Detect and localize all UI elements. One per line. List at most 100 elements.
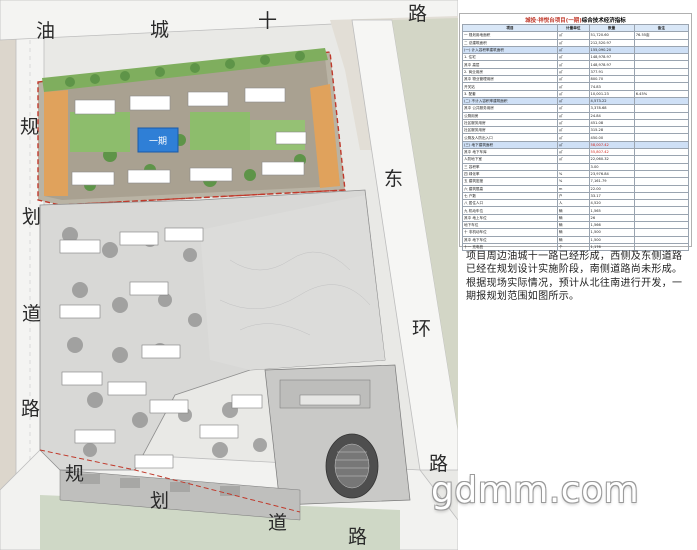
table-row: 1. 住宅㎡ 148,978.97 [462,53,690,62]
cell-value: 74.83 [588,82,635,91]
cell-note: 76.55亩 [633,31,690,40]
header-note: 备注 [633,23,690,33]
header-unit: 计量单位 [556,23,590,33]
cell-name: 七 户数 [462,191,558,201]
lawn [70,112,130,152]
cell-name: 六 建筑限高 [462,184,558,193]
cell-name: (二) 不计入容积率建筑面积 [462,96,558,106]
cell-unit: 辆 [556,235,590,244]
cell-name: 二 总建筑面积 [462,38,558,47]
cell-value: 55,807.42 [588,148,635,157]
west-road-label-4: 路 [21,398,41,420]
cell-value: 148,978.97 [588,60,635,69]
cell-name: 其中 物业管理用房 [462,75,558,84]
cell-name: 十 非机动车位 [462,228,558,237]
south-road-label-3: 道 [268,512,288,534]
cell-note [633,184,690,193]
cell-note [633,213,690,223]
table-row: 社区服务用房㎡ 451.08 [462,118,690,128]
cell-name: 其中 高层 [462,60,558,69]
header-item: 项目 [462,23,558,33]
cell-name: 其中 地上车位 [462,213,558,223]
table-row: 一 规划用地面积㎡ 51,720.60 76.55亩 [462,31,690,40]
cell-note [633,177,690,186]
cell-unit: m [556,184,590,193]
cell-value: 212,520.97 [588,38,635,47]
cell-note [633,45,690,55]
project-description: 项目周边油城十一路已经形成，西侧及东侧道路已经在规划设计实施阶段，南侧道路尚未形… [466,251,683,303]
table-row: 二 总建筑面积㎡ 212,520.97 [462,38,690,47]
west-land [0,0,16,550]
cell-unit: ㎡ [556,75,590,84]
cell-value: 1,566 [588,220,635,230]
cell-value: 451.08 [588,118,635,128]
cell-value: 800.70 [588,75,635,84]
west-buffer [44,90,68,196]
table-title: 城投·祥悦台项目(一期)综合技术经济指标 [460,16,691,24]
table-row: 开关站㎡ 74.83 [462,82,690,91]
cell-note [633,162,690,171]
cell-value: 10,001.23 [588,89,635,98]
cell-unit: 辆 [556,220,590,230]
cell-unit: ㎡ [556,60,590,69]
north-road-label-1: 油 [36,20,56,42]
cell-note [633,104,690,113]
west-road-label-1: 规 [20,116,40,138]
table-row: (二) 不计入容积率建筑面积㎡ 4,573.22 [462,96,690,106]
cell-name: 3. 配套 [462,89,558,98]
table-row: 七 户数户 33.17 [462,191,690,201]
east-road-label-1: 东 [384,168,404,190]
cell-note [633,228,690,237]
cell-unit: ㎡ [556,126,590,135]
cell-note [633,118,690,128]
table-row: (三) 地下建筑面积㎡ 58,007.42 [462,140,690,150]
site-watermark: gdmm.com [431,470,640,511]
cell-name: 九 机动车位 [462,206,558,215]
table-row: 其中 公共服务用房㎡ 3,378.68 [462,104,690,113]
cell-unit: ㎡ [556,104,590,113]
cell-name: (三) 地下建筑面积 [462,140,558,150]
cell-unit: ㎡ [556,111,590,120]
table-row: 3. 配套㎡ 10,001.23 6.45% [462,89,690,98]
cell-unit: ㎡ [556,96,590,106]
cell-note [633,82,690,91]
cell-name: 三 容积率 [462,162,558,171]
cell-note [633,140,690,150]
phase-one-label: 一期 [149,136,167,147]
cell-note [633,60,690,69]
table-row: (一) 计入容积率建筑面积㎡ 155,090.20 [462,45,690,55]
cell-value: 58,007.42 [588,140,635,150]
south-road-label-2: 划 [150,490,170,512]
header-value: 数量 [588,23,635,33]
cell-value: 1,500 [588,235,635,244]
cell-name: 地下车位 [462,220,558,230]
cell-name: 其中 地下车库 [462,148,558,157]
cell-value: 315.28 [588,126,635,135]
cell-note [633,191,690,201]
cell-value: 148,978.97 [588,53,635,62]
cell-note [633,220,690,230]
cell-note [633,53,690,62]
cell-value: 33.17 [588,191,635,201]
table-row: 其中 高层㎡ 148,978.97 [462,60,690,69]
cell-note [633,38,690,47]
cell-unit: 人 [556,199,590,208]
cell-name: 八 居住人口 [462,199,558,208]
cell-unit: ㎡ [556,148,590,157]
indicator-table-panel: 城投·祥悦台项目(一期)综合技术经济指标 项目 计量单位 数量 备注 一 规划用… [459,13,692,252]
cell-name: 其中 公共服务用房 [462,104,558,113]
cell-unit: % [556,169,590,179]
cell-value: 450.00 [588,133,635,142]
cell-note [633,67,690,77]
cell-note [633,155,690,164]
cell-note [633,169,690,179]
cell-name: 开关站 [462,82,558,91]
cell-note [633,148,690,157]
cell-value: 7,161.79 [588,177,635,186]
cell-name: 五 建筑密度 [462,177,558,186]
table-row: 十 非机动车位辆 1,500 [462,228,690,237]
cell-note [633,133,690,142]
cell-value: 22.00 [588,184,635,193]
table-row: 其中 地下车库㎡ 55,807.42 [462,148,690,157]
cell-value: 1,565 [588,206,635,215]
